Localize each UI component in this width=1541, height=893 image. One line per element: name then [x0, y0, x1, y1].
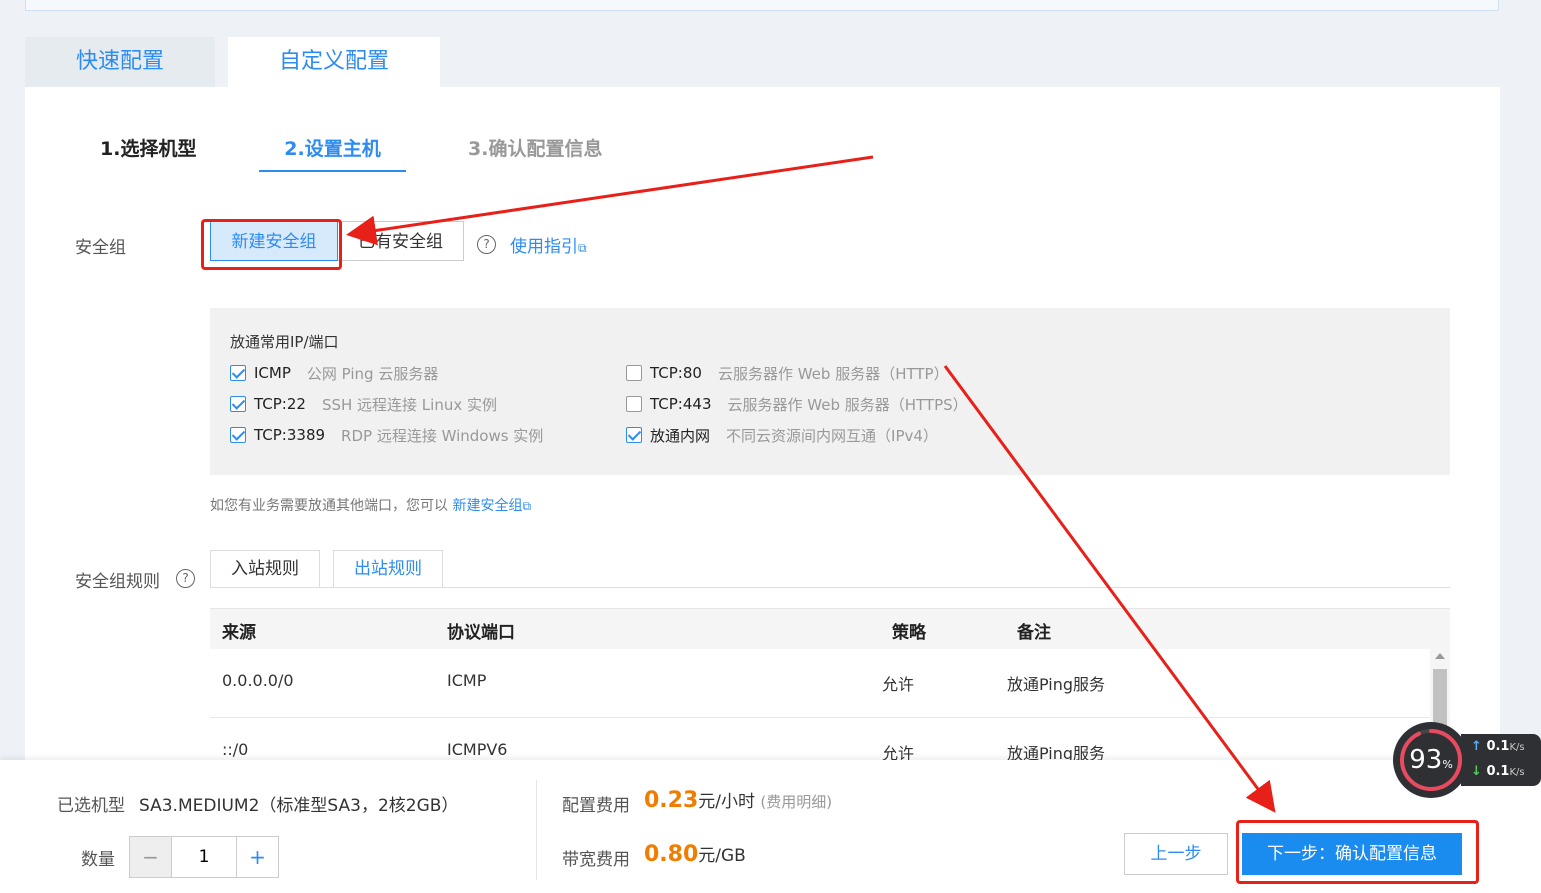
port-desc: 不同云资源间内网互通（IPv4） — [726, 426, 938, 445]
port-option-tcp443[interactable]: TCP:443 云服务器作 Web 服务器（HTTPS） — [626, 393, 968, 415]
port-option-icmp[interactable]: ICMP 公网 Ping 云服务器 — [230, 362, 438, 384]
port-desc: RDP 远程连接 Windows 实例 — [341, 426, 544, 445]
scroll-up-icon[interactable] — [1435, 653, 1445, 659]
security-group-rules-label: 安全组规则 — [75, 572, 160, 592]
quantity-label: 数量 — [81, 850, 115, 870]
next-step-button[interactable]: 下一步：确认配置信息 — [1242, 833, 1462, 875]
selected-model-value: SA3.MEDIUM2（标准型SA3，2核2GB） — [139, 796, 459, 816]
bandwidth-fee-unit: 元/GB — [698, 846, 746, 866]
top-strip — [25, 0, 1499, 11]
config-fee-label: 配置费用 — [562, 796, 630, 816]
port-desc: 云服务器作 Web 服务器（HTTPS） — [727, 395, 968, 414]
port-name: TCP:22 — [254, 395, 306, 413]
checkbox-unchecked-icon[interactable] — [626, 396, 642, 412]
bandwidth-fee: 0.80元/GB — [644, 841, 746, 867]
column-note: 备注 — [1017, 623, 1051, 643]
quantity-stepper: − + — [129, 836, 279, 878]
download-speed-unit: K/s — [1509, 767, 1525, 778]
checkbox-checked-icon[interactable] — [230, 427, 246, 443]
order-footer: 已选机型 SA3.MEDIUM2（标准型SA3，2核2GB） 数量 − + 配置… — [0, 760, 1541, 893]
checkbox-checked-icon[interactable] — [626, 427, 642, 443]
existing-security-group-button[interactable]: 已有安全组 — [338, 221, 464, 261]
rules-table-header: 来源 协议端口 策略 备注 — [210, 608, 1450, 649]
gauge-value: 93% — [1393, 722, 1469, 798]
port-option-tcp80[interactable]: TCP:80 云服务器作 Web 服务器（HTTP） — [626, 362, 949, 384]
column-policy: 策略 — [892, 623, 926, 643]
gauge-percent: 93 — [1409, 745, 1443, 775]
speed-panel: ↑ 0.1K/s ↓ 0.1K/s — [1461, 734, 1541, 786]
port-name: TCP:80 — [650, 364, 702, 382]
quantity-increment-button[interactable]: + — [236, 837, 278, 877]
security-group-label: 安全组 — [75, 238, 126, 258]
ports-hint-text: 如您有业务需要放通其他端口，您可以 — [210, 498, 448, 514]
step-select-model[interactable]: 1.选择机型 — [100, 134, 196, 170]
footer-divider — [536, 780, 537, 880]
tab-custom-config[interactable]: 自定义配置 — [228, 37, 440, 87]
cell-protocol: ICMP — [447, 671, 487, 690]
tab-inbound-rules[interactable]: 入站规则 — [210, 550, 320, 588]
external-link-icon: ⧉ — [578, 241, 587, 255]
fee-detail-link[interactable]: (费用明细) — [760, 793, 832, 811]
bandwidth-fee-label: 带宽费用 — [562, 850, 630, 870]
port-name: ICMP — [254, 364, 291, 382]
arrow-down-icon: ↓ — [1471, 764, 1482, 779]
ports-hint: 如您有业务需要放通其他端口，您可以 新建安全组⧉ — [210, 495, 531, 515]
table-row: 0.0.0.0/0 ICMP 允许 放通Ping服务 — [210, 649, 1430, 718]
checkbox-checked-icon[interactable] — [230, 365, 246, 381]
quantity-input[interactable] — [172, 837, 236, 877]
port-name: TCP:3389 — [254, 426, 326, 444]
rules-tab-divider — [210, 587, 1450, 588]
network-speed-widget[interactable]: ↑ 0.1K/s ↓ 0.1K/s 93% — [1393, 722, 1541, 798]
bandwidth-fee-price: 0.80 — [644, 842, 699, 867]
tab-quick-config[interactable]: 快速配置 — [25, 37, 215, 87]
port-name: TCP:443 — [650, 395, 712, 413]
cell-source: ::/0 — [222, 740, 249, 759]
port-option-tcp22[interactable]: TCP:22 SSH 远程连接 Linux 实例 — [230, 393, 497, 415]
tab-outbound-rules[interactable]: 出站规则 — [333, 550, 443, 588]
config-fee-unit: 元/小时 — [698, 792, 756, 812]
upload-speed: ↑ 0.1K/s — [1471, 739, 1525, 754]
config-fee: 0.23元/小时 (费用明细) — [644, 787, 832, 813]
upload-speed-unit: K/s — [1509, 742, 1525, 753]
common-ports-title: 放通常用IP/端口 — [230, 333, 339, 351]
port-desc: 云服务器作 Web 服务器（HTTP） — [717, 364, 949, 383]
selected-model-label: 已选机型 — [57, 796, 125, 816]
common-ports-box: 放通常用IP/端口 ICMP 公网 Ping 云服务器 TCP:22 SSH 远… — [210, 308, 1450, 475]
external-link-icon: ⧉ — [522, 499, 532, 513]
config-fee-price: 0.23 — [644, 788, 699, 813]
usage-guide-label: 使用指引 — [510, 237, 578, 257]
port-desc: 公网 Ping 云服务器 — [306, 364, 439, 383]
help-icon[interactable]: ? — [176, 569, 195, 588]
previous-step-button[interactable]: 上一步 — [1124, 833, 1228, 875]
port-option-intranet[interactable]: 放通内网 不同云资源间内网互通（IPv4） — [626, 424, 938, 446]
new-security-group-link[interactable]: 新建安全组⧉ — [452, 498, 531, 514]
arrow-up-icon: ↑ — [1471, 739, 1482, 754]
checkbox-checked-icon[interactable] — [230, 396, 246, 412]
cell-policy: 允许 — [882, 675, 915, 694]
new-security-group-link-label: 新建安全组 — [452, 498, 523, 514]
usage-gauge: 93% — [1393, 722, 1469, 798]
column-protocol: 协议端口 — [447, 623, 515, 643]
port-desc: SSH 远程连接 Linux 实例 — [321, 395, 497, 414]
cell-note: 放通Ping服务 — [1007, 675, 1106, 694]
cell-source: 0.0.0.0/0 — [222, 671, 294, 690]
gauge-percent-unit: % — [1442, 758, 1453, 771]
usage-guide-link[interactable]: 使用指引⧉ — [510, 232, 587, 257]
upload-speed-value: 0.1 — [1486, 739, 1510, 754]
cell-protocol: ICMPV6 — [447, 740, 508, 759]
new-security-group-button[interactable]: 新建安全组 — [210, 221, 338, 261]
download-speed: ↓ 0.1K/s — [1471, 764, 1525, 779]
step-confirm-config: 3.确认配置信息 — [468, 138, 603, 160]
download-speed-value: 0.1 — [1486, 764, 1510, 779]
column-source: 来源 — [222, 623, 256, 643]
port-name: 放通内网 — [650, 426, 711, 445]
checkbox-unchecked-icon[interactable] — [626, 365, 642, 381]
port-option-tcp3389[interactable]: TCP:3389 RDP 远程连接 Windows 实例 — [230, 424, 543, 446]
help-icon[interactable]: ? — [477, 235, 496, 254]
quantity-decrement-button[interactable]: − — [130, 837, 172, 877]
step-setup-host[interactable]: 2.设置主机 — [259, 134, 406, 172]
